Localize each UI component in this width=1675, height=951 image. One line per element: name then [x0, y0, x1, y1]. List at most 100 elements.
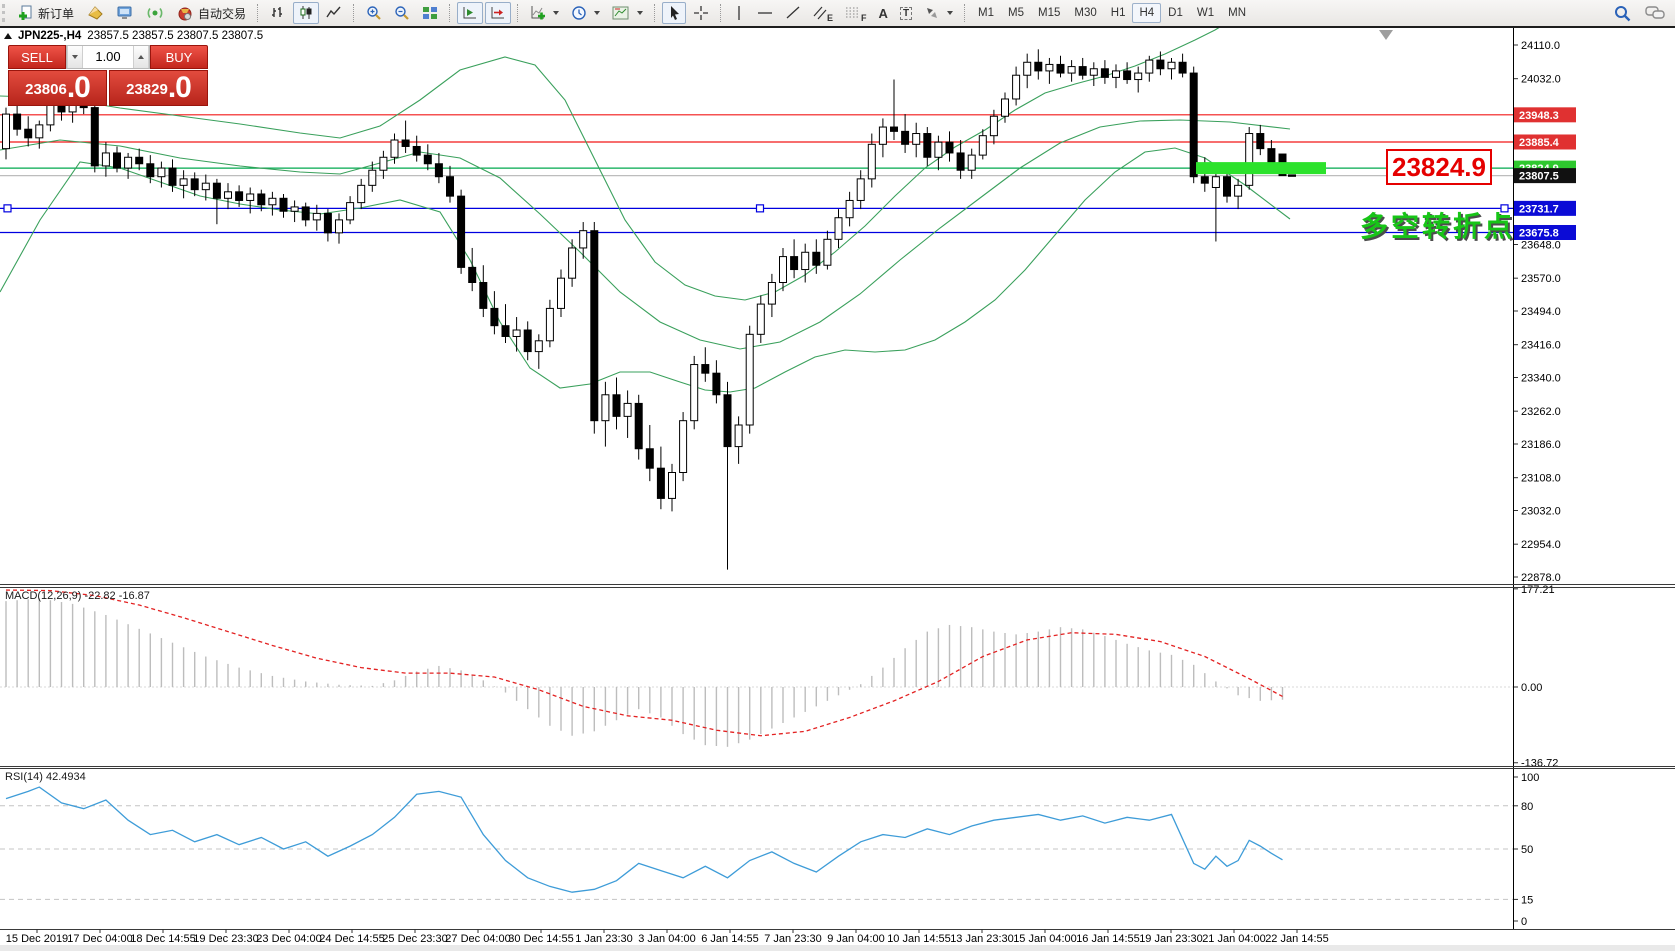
svg-text:23340.0: 23340.0	[1521, 373, 1561, 385]
channel-tool[interactable]: E	[808, 2, 838, 24]
timeframe-m1[interactable]: M1	[971, 3, 1001, 23]
toolbar-separator	[517, 4, 519, 22]
svg-text:22 Jan 14:55: 22 Jan 14:55	[1265, 933, 1329, 945]
svg-text:3 Jan 04:00: 3 Jan 04:00	[638, 933, 696, 945]
svg-text:23032.0: 23032.0	[1521, 506, 1561, 518]
svg-text:21 Jan 04:00: 21 Jan 04:00	[1202, 933, 1266, 945]
buy-button[interactable]: BUY	[150, 45, 208, 69]
svg-text:15 Dec 2019: 15 Dec 2019	[6, 933, 68, 945]
signals-button[interactable]	[141, 2, 169, 24]
timeframe-m5[interactable]: M5	[1001, 3, 1031, 23]
new-order-icon	[18, 5, 34, 21]
line-chart-button[interactable]	[321, 2, 347, 24]
chart-header: JPN225-,H4 23857.5 23857.5 23807.5 23807…	[4, 30, 263, 42]
bar-chart-button[interactable]	[265, 2, 291, 24]
dropdown-caret	[947, 11, 953, 15]
sell-price[interactable]: 23806.0	[8, 70, 107, 106]
vertical-line-icon	[733, 5, 745, 21]
autotrading-icon	[176, 5, 194, 21]
fibonacci-letter: F	[861, 13, 867, 23]
svg-text:30 Dec 14:55: 30 Dec 14:55	[508, 933, 573, 945]
turning-point-text[interactable]: 多空转折点	[1360, 205, 1515, 245]
svg-text:80: 80	[1521, 801, 1533, 813]
rsi-label: RSI(14) 42.4934	[5, 771, 86, 783]
svg-text:23648.0: 23648.0	[1521, 240, 1561, 252]
arrows-tool[interactable]	[919, 2, 958, 24]
volume-value[interactable]: 1.00	[83, 46, 133, 68]
tile-windows-button[interactable]	[417, 2, 443, 24]
svg-text:9 Jan 04:00: 9 Jan 04:00	[827, 933, 885, 945]
collapse-triangle-icon[interactable]	[4, 33, 12, 39]
toolbar-separator	[964, 4, 966, 22]
dropdown-caret	[553, 11, 559, 15]
text-tool-icon: A	[879, 6, 888, 21]
svg-text:17 Dec 04:00: 17 Dec 04:00	[67, 933, 132, 945]
zoom-in-button[interactable]	[361, 2, 387, 24]
ohlc-values: 23857.5 23857.5 23807.5 23807.5	[87, 30, 263, 42]
svg-text:16 Jan 14:55: 16 Jan 14:55	[1076, 933, 1140, 945]
buy-price[interactable]: 23829.0	[109, 70, 208, 106]
buy-price-frac: .0	[168, 73, 191, 103]
tile-windows-icon	[422, 5, 438, 21]
svg-text:23570.0: 23570.0	[1521, 273, 1561, 285]
periods-button[interactable]	[566, 2, 605, 24]
svg-text:25 Dec 23:30: 25 Dec 23:30	[382, 933, 447, 945]
horizontal-line-tool[interactable]	[752, 2, 778, 24]
volume-decrease-button[interactable]	[67, 46, 83, 68]
volume-spinner: 1.00	[66, 45, 150, 69]
cursor-icon	[667, 5, 681, 21]
text-tool[interactable]: A	[874, 2, 893, 24]
search-icon[interactable]	[1614, 5, 1631, 22]
chat-icon[interactable]	[1645, 5, 1665, 21]
timeframe-m30[interactable]: M30	[1067, 3, 1103, 23]
autotrading-button[interactable]: 自动交易	[171, 2, 251, 24]
vertical-line-tool[interactable]	[728, 2, 750, 24]
sell-button[interactable]: SELL	[8, 45, 66, 69]
svg-text:177.21: 177.21	[1521, 584, 1555, 596]
svg-text:23807.5: 23807.5	[1519, 171, 1559, 183]
svg-text:19 Dec 23:30: 19 Dec 23:30	[193, 933, 258, 945]
indicators-button[interactable]	[525, 2, 564, 24]
timeframe-h1[interactable]: H1	[1104, 3, 1133, 23]
zoom-out-button[interactable]	[389, 2, 415, 24]
svg-text:19 Jan 23:30: 19 Jan 23:30	[1139, 933, 1203, 945]
cursor-tool-button[interactable]	[662, 2, 686, 24]
timeframe-d1[interactable]: D1	[1161, 3, 1190, 23]
toolbar-separator	[720, 4, 722, 22]
timeframe-w1[interactable]: W1	[1190, 3, 1221, 23]
terminal-icon	[116, 5, 134, 21]
svg-text:23885.4: 23885.4	[1519, 137, 1560, 149]
svg-text:23494.0: 23494.0	[1521, 306, 1561, 318]
toolbar-grip	[2, 4, 8, 22]
terminal-button[interactable]	[111, 2, 139, 24]
svg-text:7 Jan 23:30: 7 Jan 23:30	[764, 933, 822, 945]
chart-shift-button[interactable]	[485, 2, 511, 24]
svg-text:0: 0	[1521, 916, 1527, 928]
crosshair-tool-button[interactable]	[688, 2, 714, 24]
horizontal-line-icon	[757, 5, 773, 21]
svg-text:18 Dec 14:55: 18 Dec 14:55	[130, 933, 195, 945]
fibonacci-tool[interactable]: F	[840, 2, 872, 24]
bar-chart-icon	[270, 5, 286, 21]
chart-canvas[interactable]: 24110.024032.023648.023570.023494.023416…	[0, 0, 1675, 951]
timeframe-h4[interactable]: H4	[1132, 3, 1161, 23]
trendline-tool[interactable]	[780, 2, 806, 24]
timeframe-m15[interactable]: M15	[1031, 3, 1067, 23]
zoom-in-icon	[366, 5, 382, 21]
auto-scroll-button[interactable]	[457, 2, 483, 24]
svg-text:0.00: 0.00	[1521, 682, 1542, 694]
candlestick-chart-button[interactable]	[293, 2, 319, 24]
price-annotation-box[interactable]: 23824.9	[1386, 149, 1492, 185]
svg-text:23731.7: 23731.7	[1519, 203, 1559, 215]
templates-button[interactable]	[607, 2, 648, 24]
svg-text:50: 50	[1521, 844, 1533, 856]
volume-increase-button[interactable]	[133, 46, 149, 68]
toolbar-separator	[257, 4, 259, 22]
svg-text:6 Jan 14:55: 6 Jan 14:55	[701, 933, 759, 945]
metaeditor-button[interactable]	[81, 2, 109, 24]
text-label-tool[interactable]: T	[895, 2, 917, 24]
new-order-button[interactable]: 新订单	[13, 2, 79, 24]
timeframe-mn[interactable]: MN	[1221, 3, 1253, 23]
spin-down-icon	[72, 55, 78, 59]
dropdown-caret	[637, 11, 643, 15]
